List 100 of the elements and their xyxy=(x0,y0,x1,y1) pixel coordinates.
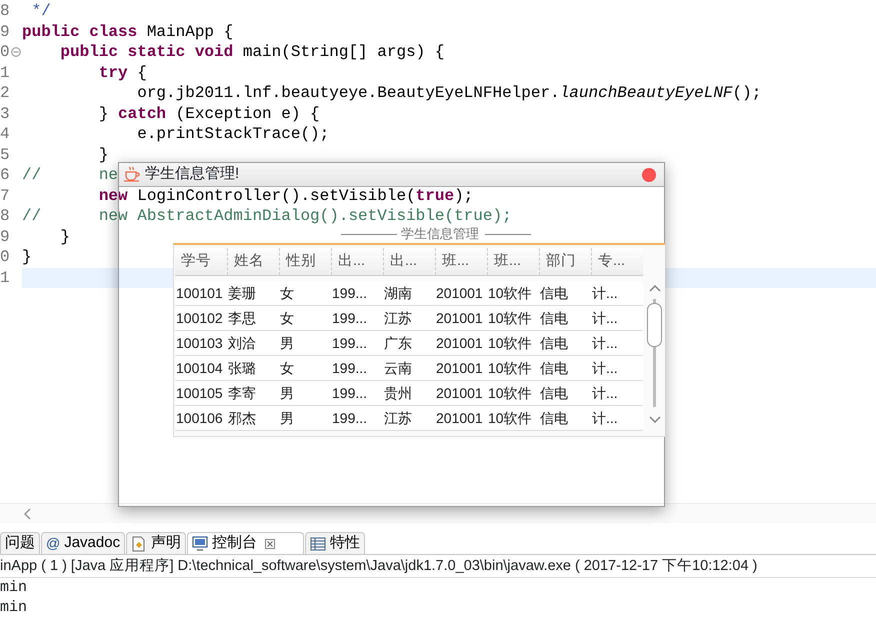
table-cell-text: 信电 xyxy=(539,358,569,378)
table-cell-text: 201001 xyxy=(435,408,484,428)
group-title: 学生信息管理 xyxy=(401,227,479,241)
table-cell-text: 江苏 xyxy=(383,308,413,328)
column-header[interactable]: 班... xyxy=(487,248,539,275)
table-cell-text: 女 xyxy=(279,358,295,378)
table-cell-text: 计... xyxy=(591,384,619,402)
code-line: } catch (Exception e) { xyxy=(98,106,320,122)
line-number: 0 xyxy=(0,44,10,60)
table-cell-text: 李思 xyxy=(227,308,257,328)
line-number: 1 xyxy=(0,64,10,81)
collapse-icon[interactable] xyxy=(11,47,21,57)
table-cell-text: 信电 xyxy=(539,384,569,402)
table-cell-text: 信电 xyxy=(539,284,569,302)
table-cell-text: 刘洽 xyxy=(227,334,257,352)
table-cell-text: 201001 xyxy=(435,334,484,352)
table-cell-text: 100102 xyxy=(175,308,224,328)
code-line: // new AbstractAdminDialog().setVisible(true); xyxy=(22,208,512,224)
scroll-left-icon[interactable] xyxy=(24,508,32,520)
column-header[interactable]: 姓名 xyxy=(227,248,279,275)
table-cell-text: 女 xyxy=(279,284,295,302)
column-header[interactable]: 出... xyxy=(331,248,383,275)
scrollbar-thumb[interactable] xyxy=(647,303,662,347)
table-cell-text: 湖南 xyxy=(383,284,413,302)
code-line: public class MainApp { xyxy=(22,24,234,40)
column-header[interactable]: 班... xyxy=(435,248,487,275)
console-tab[interactable]: 控制台 xyxy=(187,532,304,554)
table-cell-text: 计... xyxy=(591,284,619,302)
dialog-title: 学生信息管理! xyxy=(145,164,240,184)
table-cell-text: 女 xyxy=(279,308,295,328)
table-cell-text: 201001 xyxy=(435,358,484,378)
table-cell-text: 100106 xyxy=(175,408,224,428)
table-cell-text: 云南 xyxy=(383,358,413,378)
table-cell-text: 10软件 xyxy=(487,384,533,402)
table-cell-text: 张璐 xyxy=(227,358,257,378)
table-cell-text: 100104 xyxy=(175,358,224,378)
table-cell-text: 计... xyxy=(591,334,619,352)
at-sign-icon: @ xyxy=(46,533,60,554)
line-number: 0 xyxy=(0,249,10,266)
console-header: inApp ( 1 ) [Java 应用程序] D:\technical_software\system\Java\jdk1.7.0_03\bin\javaw.exe ( 2017-12-17 下午10:12:04 ) xyxy=(0,556,758,576)
line-number: 2 xyxy=(0,85,10,102)
table-cell-text: 199... xyxy=(331,308,368,328)
table-cell-text: 信电 xyxy=(539,334,569,352)
close-icon[interactable] xyxy=(265,538,276,548)
table-cell-text: 男 xyxy=(279,384,295,402)
code-line: } xyxy=(22,249,32,266)
table-icon xyxy=(310,536,326,550)
column-header[interactable]: 出... xyxy=(383,248,435,275)
console-tab[interactable]: 特性 xyxy=(305,532,366,554)
table-cell-text: 10软件 xyxy=(487,334,533,352)
table-cell-text: 邪杰 xyxy=(227,408,257,428)
scroll-up-icon[interactable] xyxy=(648,283,662,293)
code-line: try { xyxy=(98,64,147,81)
table-cell-text: 男 xyxy=(279,334,295,352)
code-line: org.jb2011.lnf.beautyeye.BeautyEyeLNFHelper.launchBeautyEyeLNF(); xyxy=(136,85,762,102)
table-cell-text: 计... xyxy=(591,408,619,428)
scroll-down-icon[interactable] xyxy=(648,415,662,425)
console-tab[interactable]: @ Javadoc xyxy=(41,532,126,554)
monitor-icon xyxy=(192,536,208,551)
line-number: 6 xyxy=(0,167,10,184)
document-icon xyxy=(131,536,148,552)
column-header[interactable]: 部门 xyxy=(539,248,591,275)
close-button[interactable] xyxy=(642,168,656,182)
code-line: } xyxy=(98,146,108,163)
console-tab[interactable]: 声明 xyxy=(126,532,186,554)
column-header[interactable]: 性别 xyxy=(279,248,331,275)
table-cell-text: 199... xyxy=(331,384,368,402)
line-number: 4 xyxy=(0,126,10,142)
table-cell-text: 姜珊 xyxy=(227,284,257,302)
table-cell-text: 199... xyxy=(331,408,368,428)
table-cell-text: 100105 xyxy=(175,384,224,402)
column-header[interactable]: 专... xyxy=(591,248,643,275)
table-cell-text: 广东 xyxy=(383,334,413,352)
table-cell-text: 201001 xyxy=(435,384,484,402)
code-line: // ne xyxy=(22,167,118,184)
table-cell-text: 江苏 xyxy=(383,408,413,428)
table-cell-text: 201001 xyxy=(435,308,484,328)
line-number: 8 xyxy=(0,3,10,20)
table-cell-text: 199... xyxy=(331,334,368,352)
line-number: 8 xyxy=(0,208,10,224)
table-cell-text: 10软件 xyxy=(487,308,533,328)
table-cell-text: 201001 xyxy=(435,284,484,302)
table-cell-text: 199... xyxy=(331,284,368,302)
line-number: 5 xyxy=(0,146,10,163)
line-number: 7 xyxy=(0,188,10,204)
code-line: new LoginController().setVisible(true); xyxy=(98,188,474,204)
line-number: 9 xyxy=(0,228,10,245)
line-number: 9 xyxy=(0,24,10,40)
table-cell-text: 10软件 xyxy=(487,284,533,302)
console-tab[interactable]: 问题 xyxy=(0,532,40,554)
table-cell-text: 信电 xyxy=(539,408,569,428)
code-line: } xyxy=(59,228,70,245)
code-line: e.printStackTrace(); xyxy=(136,126,330,142)
code-line: public static void main(String[] args) { xyxy=(59,44,444,60)
table-cell-text: 199... xyxy=(331,358,368,378)
table-cell-text: 贵州 xyxy=(383,384,413,402)
table-cell-text: 10软件 xyxy=(487,358,533,378)
table-cell-text: 10软件 xyxy=(487,408,533,428)
column-header[interactable]: 学号 xyxy=(175,248,227,275)
coffee-cup-icon xyxy=(123,166,141,183)
